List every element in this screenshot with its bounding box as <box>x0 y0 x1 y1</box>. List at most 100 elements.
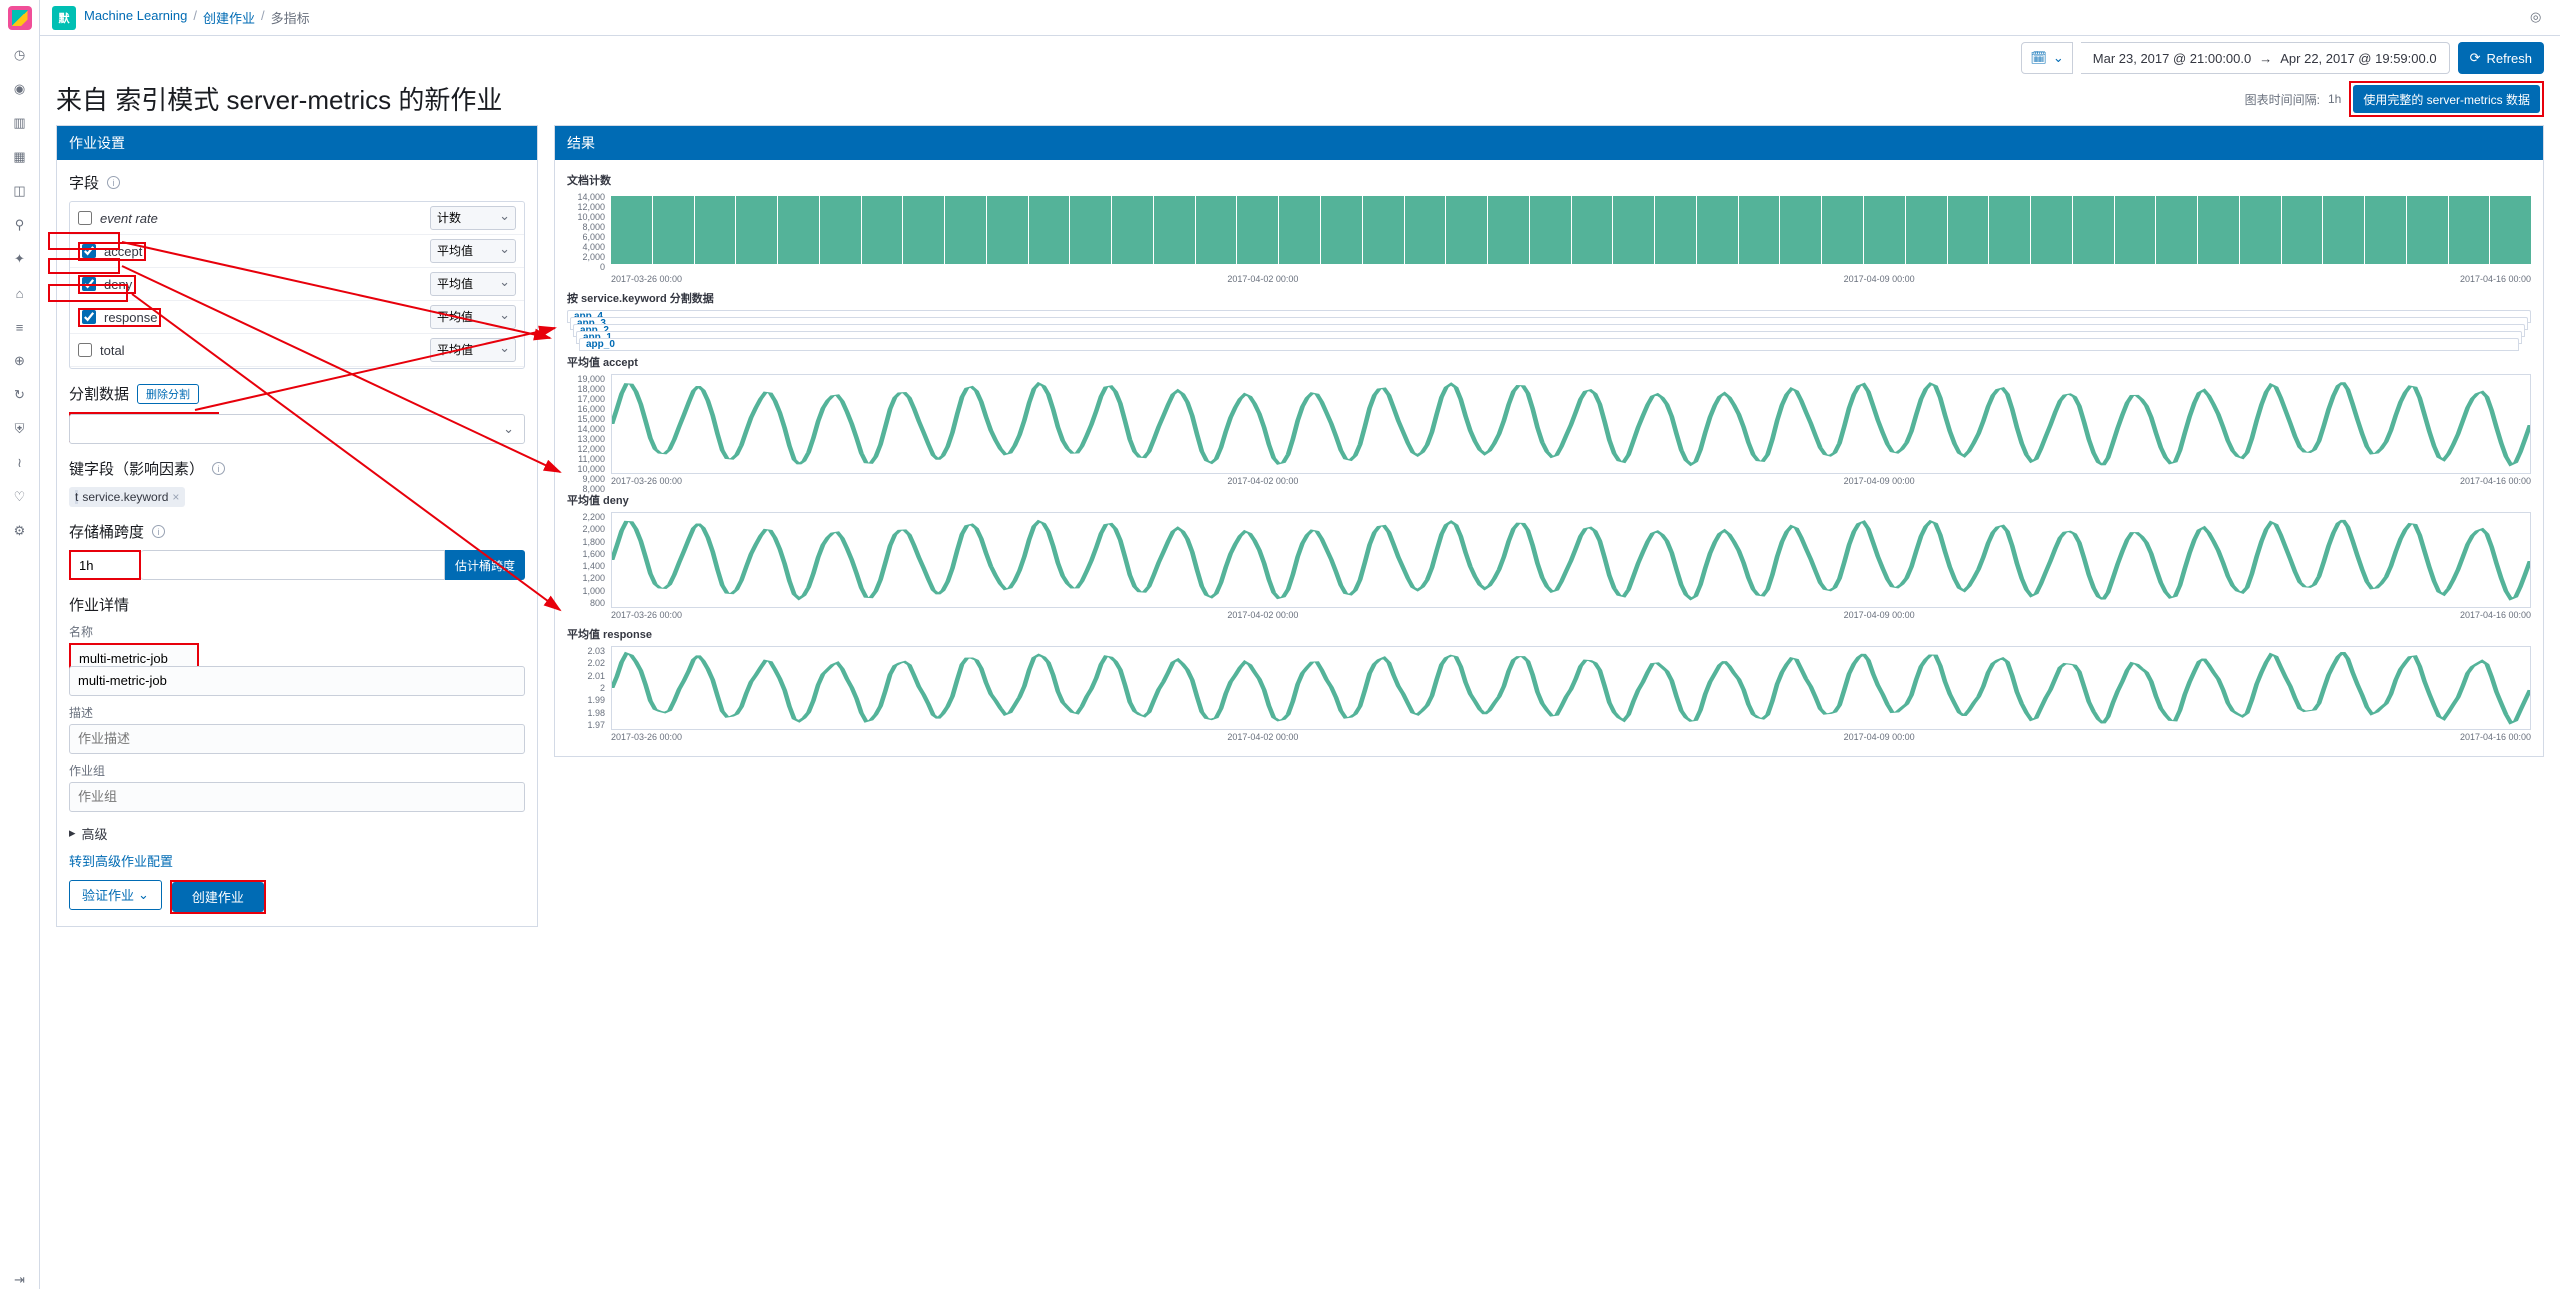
split-cards: app_4app_3app_2app_1app_0 <box>567 310 2531 350</box>
job-group-input[interactable] <box>69 782 525 812</box>
field-checkbox[interactable] <box>78 211 92 225</box>
nav-apm-icon[interactable]: ⊕ <box>11 352 29 370</box>
agg-select[interactable]: 平均值 <box>430 305 516 329</box>
arrow-icon: → <box>2259 51 2272 66</box>
agg-select[interactable]: 平均值 <box>430 239 516 263</box>
page-meta: 图表时间间隔: 1h 使用完整的 server-metrics 数据 <box>2245 81 2544 117</box>
details-label: 作业详情 <box>69 594 525 615</box>
panel-title-right: 结果 <box>555 126 2543 160</box>
date-range[interactable]: Mar 23, 2017 @ 21:00:00.0 → Apr 22, 2017… <box>2081 42 2450 74</box>
app-badge: 默 <box>52 6 76 30</box>
split-label: 分割数据 删除分割 <box>69 383 525 404</box>
nav-ml-icon[interactable]: ✦ <box>11 250 29 268</box>
validate-button[interactable]: 验证作业⌄ <box>69 880 162 910</box>
nav-dashboard-icon[interactable]: ▦ <box>11 148 29 166</box>
breadcrumb: Machine Learning / 创建作业 / 多指标 <box>84 8 310 27</box>
agg-select[interactable]: 平均值 <box>430 272 516 296</box>
nav-infra-icon[interactable]: ⌂ <box>11 284 29 302</box>
field-name: total <box>100 343 422 358</box>
split-by-label: 按 service.keyword 分割数据 <box>567 290 2531 306</box>
nav-discover-icon[interactable]: ◉ <box>11 80 29 98</box>
nav-maps-icon[interactable]: ⚲ <box>11 216 29 234</box>
bucket-span-input[interactable] <box>71 552 139 578</box>
quick-select[interactable]: 🗓 ⌄ <box>2021 42 2072 74</box>
field-row[interactable]: accept 平均值 <box>70 235 524 268</box>
remove-chip-icon[interactable]: × <box>172 490 179 504</box>
split-card[interactable]: app_0 <box>579 338 2519 351</box>
help-icon[interactable]: ◎ <box>2530 9 2548 27</box>
page-title: 来自 索引模式 server-metrics 的新作业 <box>56 80 502 117</box>
calendar-icon: 🗓 <box>2030 50 2047 66</box>
field-checkbox[interactable] <box>78 343 92 357</box>
field-checkbox[interactable] <box>82 277 96 291</box>
results-panel: 结果 文档计数 14,00012,00010,0008,0006,0004,00… <box>554 125 2544 757</box>
refresh-button[interactable]: ⟳ Refresh <box>2458 42 2544 74</box>
info-icon[interactable]: i <box>107 176 120 189</box>
panel-title-left: 作业设置 <box>57 126 537 160</box>
nav-dev-icon[interactable]: ≀ <box>11 454 29 472</box>
field-name: response <box>104 310 157 325</box>
chevron-down-icon: ⌄ <box>2053 50 2064 66</box>
job-settings-panel: 作业设置 字段i event rate计数accept平均值deny平均值res… <box>56 125 538 927</box>
info-icon[interactable]: i <box>152 525 165 538</box>
agg-select[interactable]: 平均值 <box>430 338 516 362</box>
breadcrumb-root[interactable]: Machine Learning <box>84 8 187 27</box>
field-name: event rate <box>100 211 422 226</box>
agg-select[interactable]: 计数 <box>430 206 516 230</box>
field-list[interactable]: event rate计数accept平均值deny平均值response平均值t… <box>69 201 525 369</box>
nav-collapse-icon[interactable]: ⇥ <box>11 1271 29 1289</box>
desc-label: 描述 <box>69 704 525 721</box>
chevron-down-icon: ⌄ <box>138 887 149 903</box>
nav-mgmt-icon[interactable]: ⚙ <box>11 522 29 540</box>
influencer-chip[interactable]: t service.keyword × <box>69 487 185 507</box>
mini-chart <box>611 374 2531 474</box>
fields-label: 字段i <box>69 172 525 193</box>
estimate-bucket-button[interactable]: 估计桶跨度 <box>445 550 525 580</box>
create-job-button[interactable]: 创建作业 <box>172 882 264 912</box>
info-icon[interactable]: i <box>212 462 225 475</box>
remove-split-button[interactable]: 删除分割 <box>137 384 199 404</box>
mini-chart <box>611 512 2531 608</box>
name-label: 名称 <box>69 623 525 640</box>
nav-canvas-icon[interactable]: ◫ <box>11 182 29 200</box>
field-row[interactable]: deny 平均值 <box>70 268 524 301</box>
kibana-logo-icon[interactable] <box>8 6 32 30</box>
job-desc-input[interactable] <box>69 724 525 754</box>
date-to: Apr 22, 2017 @ 19:59:00.0 <box>2280 51 2436 66</box>
advanced-link[interactable]: 转到高级作业配置 <box>69 851 173 870</box>
breadcrumb-current: 多指标 <box>271 8 310 27</box>
nav-uptime-icon[interactable]: ↻ <box>11 386 29 404</box>
field-row[interactable]: total 平均值 <box>70 334 524 367</box>
side-nav: ◷ ◉ ▥ ▦ ◫ ⚲ ✦ ⌂ ≡ ⊕ ↻ ⛨ ≀ ♡ ⚙ ⇥ <box>0 0 40 1289</box>
field-checkbox[interactable] <box>82 244 96 258</box>
field-row[interactable]: response 平均值 <box>70 301 524 334</box>
refresh-icon: ⟳ <box>2470 50 2481 66</box>
field-checkbox[interactable] <box>82 310 96 324</box>
advanced-accordion[interactable]: ▸高级 <box>69 824 525 843</box>
top-bar: 默 Machine Learning / 创建作业 / 多指标 ◎ <box>40 0 2560 36</box>
mini-chart-title: 平均值 response <box>567 626 2531 642</box>
field-name: accept <box>104 244 142 259</box>
chevron-right-icon: ▸ <box>69 825 76 841</box>
group-label: 作业组 <box>69 762 525 779</box>
breadcrumb-create[interactable]: 创建作业 <box>203 8 255 27</box>
nav-recent-icon[interactable]: ◷ <box>11 46 29 64</box>
date-line: 🗓 ⌄ Mar 23, 2017 @ 21:00:00.0 → Apr 22, … <box>40 36 2560 80</box>
split-field-select-full[interactable]: . <box>69 414 525 444</box>
use-full-data-button[interactable]: 使用完整的 server-metrics 数据 <box>2353 85 2540 113</box>
nav-logs-icon[interactable]: ≡ <box>11 318 29 336</box>
nav-monitor-icon[interactable]: ♡ <box>11 488 29 506</box>
nav-visualize-icon[interactable]: ▥ <box>11 114 29 132</box>
field-row[interactable]: host.keyword不同计数 <box>70 367 524 369</box>
date-from: Mar 23, 2017 @ 21:00:00.0 <box>2093 51 2251 66</box>
field-row[interactable]: event rate 计数 <box>70 202 524 235</box>
doc-count-label: 文档计数 <box>567 172 2531 188</box>
doc-count-chart: 14,00012,00010,0008,0006,0004,0002,0000 <box>567 192 2531 272</box>
mini-chart-title: 平均值 deny <box>567 492 2531 508</box>
bucket-label: 存储桶跨度i <box>69 521 525 542</box>
nav-siem-icon[interactable]: ⛨ <box>11 420 29 438</box>
field-name: deny <box>104 277 132 292</box>
job-name-input-full[interactable] <box>69 666 525 696</box>
mini-chart <box>611 646 2531 730</box>
bucket-span-input-rest[interactable] <box>141 550 445 580</box>
